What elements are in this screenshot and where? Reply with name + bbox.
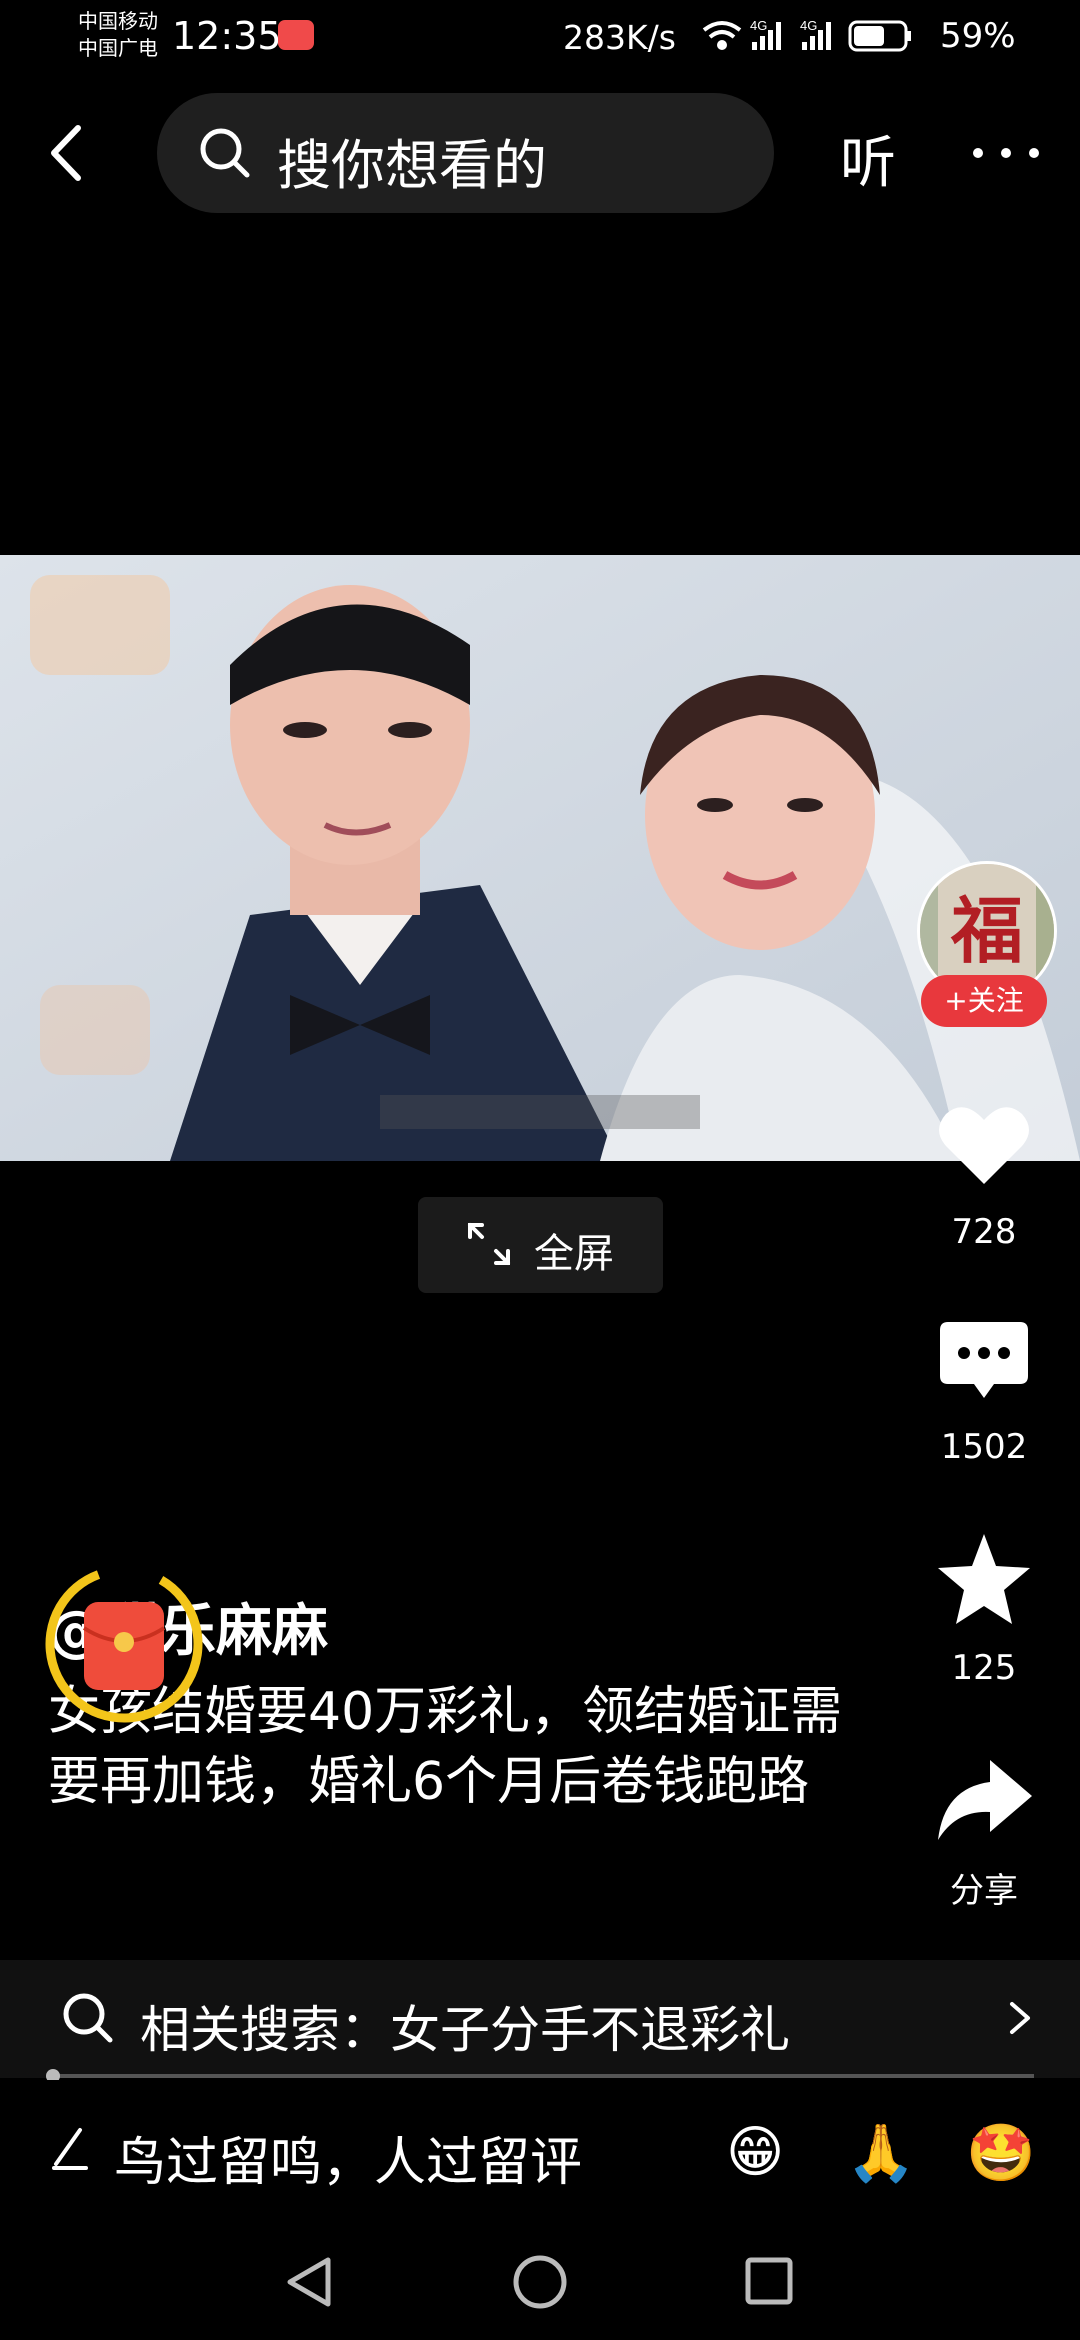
favorite-button[interactable] xyxy=(934,1530,1034,1630)
status-bar: 中国移动 中国广电 12:35 283K/s 4G 4G 59% xyxy=(0,0,1080,80)
emoji-grin-button[interactable]: 😁 xyxy=(726,2120,784,2185)
search-icon xyxy=(200,128,250,178)
more-options-button[interactable] xyxy=(968,118,1044,188)
fullscreen-label: 全屏 xyxy=(534,1231,614,1277)
battery-percent: 59% xyxy=(940,16,1016,56)
star-icon xyxy=(938,1534,1030,1624)
expand-icon xyxy=(468,1223,510,1265)
wifi-icon xyxy=(702,21,742,50)
signal-icons: 4G 4G xyxy=(702,18,911,52)
like-button[interactable] xyxy=(934,1094,1034,1194)
nav-recents-icon xyxy=(745,2257,793,2305)
clock: 12:35 xyxy=(172,14,282,58)
carrier-2: 中国广电 xyxy=(78,36,158,60)
nav-home-icon xyxy=(513,2255,567,2309)
share-arrow-icon xyxy=(938,1760,1032,1840)
search-input[interactable]: 搜你想看的 xyxy=(157,93,774,213)
like-count: 728 xyxy=(951,1212,1017,1252)
comment-icon xyxy=(940,1322,1028,1398)
carrier-labels: 中国移动 中国广电 xyxy=(78,8,158,62)
back-button[interactable] xyxy=(40,118,96,188)
network-type-1: 4G xyxy=(750,18,767,33)
avatar-glyph: 福 xyxy=(950,889,1023,973)
nav-back-icon xyxy=(287,2257,331,2307)
related-search-bar[interactable]: 相关搜索：女子分手不退彩礼 xyxy=(0,1960,1080,2078)
battery-icon xyxy=(848,20,911,52)
comment-placeholder: 鸟过留鸣，人过留评 xyxy=(114,2133,583,2193)
video-frame-image xyxy=(0,555,1080,1161)
favorite-count: 125 xyxy=(951,1648,1017,1688)
notification-badge-icon xyxy=(278,20,314,50)
watermark-logo xyxy=(30,575,170,675)
playback-progress-bar[interactable] xyxy=(45,2069,1034,2083)
chevron-right-icon xyxy=(1010,2002,1030,2034)
share-label: 分享 xyxy=(950,1871,1018,1911)
listen-button[interactable]: 听 xyxy=(840,118,896,199)
share-button[interactable] xyxy=(934,1752,1034,1852)
follow-button[interactable]: +关注 xyxy=(921,975,1047,1027)
system-nav-bar xyxy=(287,2255,793,2309)
more-icon xyxy=(973,148,1039,158)
red-packet-icon xyxy=(82,1602,166,1690)
emoji-starstruck-button[interactable]: 🤩 xyxy=(966,2120,1036,2186)
comment-count: 1502 xyxy=(940,1427,1028,1467)
comment-input-bar[interactable]: 鸟过留鸣，人过留评 😁 🙏 🤩 xyxy=(0,2080,1080,2220)
emoji-pray-button[interactable]: 🙏 xyxy=(846,2120,916,2186)
fullscreen-button[interactable]: 全屏 xyxy=(418,1197,663,1293)
related-search-label: 相关搜索：女子分手不退彩礼 xyxy=(140,2001,790,2059)
pen-icon xyxy=(52,2128,88,2170)
video-player[interactable] xyxy=(0,555,1080,1161)
heart-icon xyxy=(939,1107,1029,1184)
search-icon xyxy=(63,1993,113,2043)
comment-button[interactable] xyxy=(934,1312,1034,1412)
search-placeholder: 搜你想看的 xyxy=(277,134,547,197)
red-packet-button[interactable] xyxy=(42,1562,206,1726)
carrier-1: 中国移动 xyxy=(78,9,158,33)
network-speed: 283K/s xyxy=(563,18,676,57)
network-type-2: 4G xyxy=(800,18,817,33)
